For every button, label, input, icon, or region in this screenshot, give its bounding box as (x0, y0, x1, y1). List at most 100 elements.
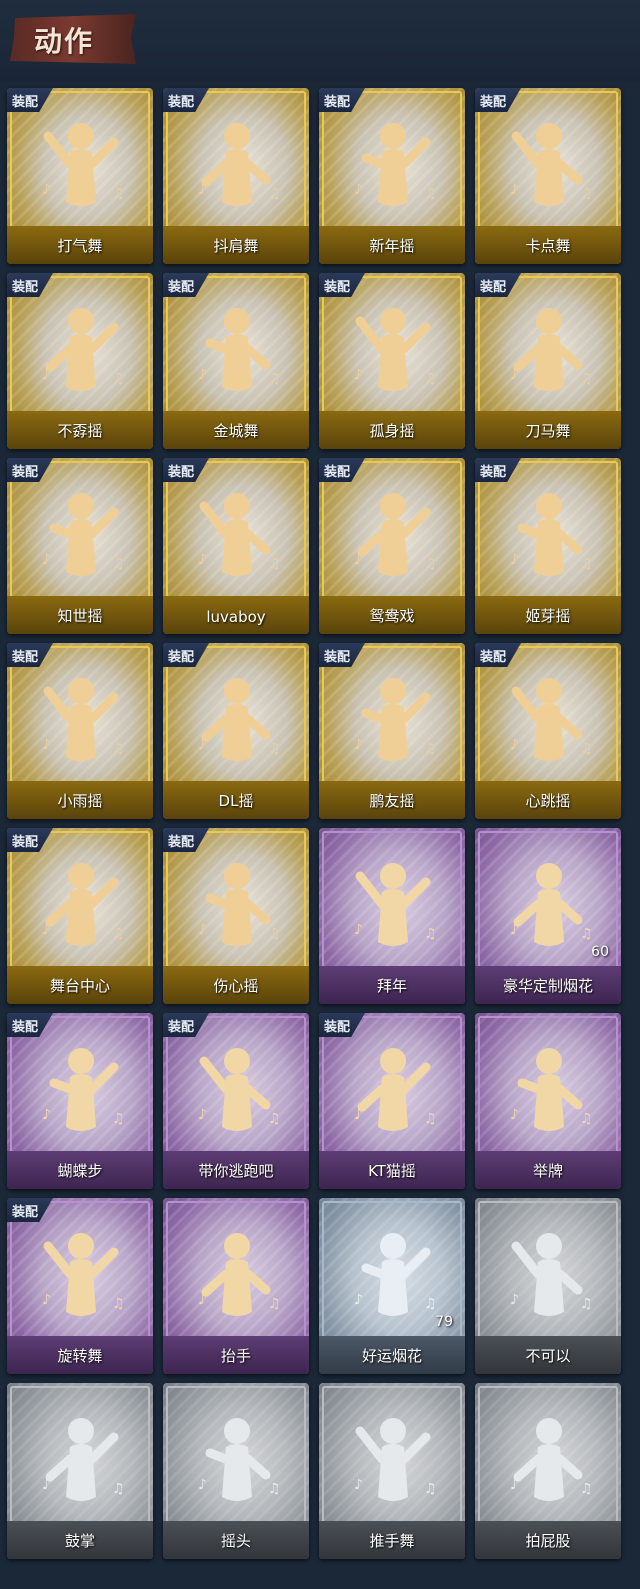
emote-label: 拜年 (376, 977, 407, 995)
svg-text:♫: ♫ (268, 1296, 281, 1312)
emote-card[interactable]: ♪ ♫ 带你逃跑吧 装配 (163, 1013, 309, 1189)
svg-text:♪: ♪ (510, 1292, 519, 1308)
svg-text:♫: ♫ (112, 1296, 125, 1312)
svg-text:♫: ♫ (424, 186, 437, 202)
svg-text:♫: ♫ (424, 1111, 437, 1127)
svg-text:♪: ♪ (42, 367, 51, 383)
emote-figure-icon: ♪ ♫ (342, 106, 442, 218)
svg-text:♪: ♪ (354, 367, 363, 383)
emote-figure-icon: ♪ ♫ (342, 661, 442, 773)
emote-label: 伤心摇 (213, 977, 259, 995)
emote-card[interactable]: ♪ ♫ 鸳鸯戏 装配 (319, 458, 465, 634)
emote-card[interactable]: ♪ ♫ 心跳摇 装配 (475, 643, 621, 819)
svg-text:♪: ♪ (198, 1107, 207, 1123)
svg-text:♪: ♪ (198, 737, 207, 753)
svg-text:♪: ♪ (510, 1107, 519, 1123)
emote-card[interactable]: ♪ ♫ 摇头 (163, 1383, 309, 1559)
equipped-badge-label: 装配 (168, 835, 195, 850)
emote-label: 鸳鸯戏 (369, 607, 415, 625)
emote-card[interactable]: ♪ ♫ 不可以 (475, 1198, 621, 1374)
svg-text:♫: ♫ (580, 1111, 593, 1127)
emote-card[interactable]: ♪ ♫ 小雨摇 装配 (7, 643, 153, 819)
svg-text:♫: ♫ (268, 556, 281, 572)
equipped-badge-label: 装配 (324, 95, 351, 110)
equipped-badge-label: 装配 (324, 1020, 351, 1035)
emote-label: 拍屁股 (525, 1532, 571, 1550)
svg-text:♫: ♫ (112, 186, 125, 202)
svg-text:♪: ♪ (42, 1107, 51, 1123)
equipped-badge-label: 装配 (168, 280, 195, 295)
emote-figure-icon: ♪ ♫ (186, 476, 286, 588)
emote-card[interactable]: ♪ ♫ 舞台中心 装配 (7, 828, 153, 1004)
emote-card[interactable]: ♪ ♫ 姬芽摇 装配 (475, 458, 621, 634)
emote-figure-icon: ♪ ♫ (342, 1401, 442, 1513)
emote-figure-icon: ♪ ♫ (498, 1401, 598, 1513)
svg-text:♪: ♪ (510, 737, 519, 753)
emote-label: 鹏友摇 (369, 792, 415, 810)
emote-card[interactable]: ♪ ♫ 好运烟花 79 (319, 1198, 465, 1374)
emote-card[interactable]: ♪ ♫ 金城舞 装配 (163, 273, 309, 449)
svg-text:♪: ♪ (42, 1477, 51, 1493)
emote-figure-icon: ♪ ♫ (342, 846, 442, 958)
emote-figure-icon: ♪ ♫ (30, 1401, 130, 1513)
emote-label: 孤身摇 (369, 422, 415, 440)
emote-card[interactable]: ♪ ♫ 打气舞 装配 (7, 88, 153, 264)
equipped-badge-label: 装配 (324, 650, 351, 665)
emote-card[interactable]: ♪ ♫ 举牌 (475, 1013, 621, 1189)
emote-label: 摇头 (220, 1532, 251, 1550)
emote-card[interactable]: ♪ ♫ 拍屁股 (475, 1383, 621, 1559)
emote-figure-icon: ♪ ♫ (342, 291, 442, 403)
svg-text:♫: ♫ (268, 1481, 281, 1497)
svg-text:♫: ♫ (580, 371, 593, 387)
equipped-badge-label: 装配 (12, 650, 39, 665)
emote-card[interactable]: ♪ ♫ 孤身摇 装配 (319, 273, 465, 449)
emote-card[interactable]: ♪ ♫ DL摇 装配 (163, 643, 309, 819)
emote-card[interactable]: ♪ ♫ 鹏友摇 装配 (319, 643, 465, 819)
emote-card[interactable]: ♪ ♫ 新年摇 装配 (319, 88, 465, 264)
svg-text:♫: ♫ (268, 371, 281, 387)
svg-text:♪: ♪ (42, 552, 51, 568)
emote-label: DL摇 (218, 792, 254, 810)
emote-card[interactable]: ♪ ♫ 拜年 (319, 828, 465, 1004)
emote-label: KT猫摇 (368, 1162, 416, 1180)
emote-card[interactable]: ♪ ♫ 豪华定制烟花 60 (475, 828, 621, 1004)
equipped-badge-label: 装配 (168, 465, 195, 480)
emote-card[interactable]: ♪ ♫ 知世摇 装配 (7, 458, 153, 634)
equipped-badge-label: 装配 (480, 95, 507, 110)
equipped-badge-label: 装配 (480, 465, 507, 480)
emote-figure-icon: ♪ ♫ (186, 291, 286, 403)
emote-figure-icon: ♪ ♫ (342, 1031, 442, 1143)
equipped-badge-label: 装配 (12, 280, 39, 295)
svg-text:♫: ♫ (112, 1481, 125, 1497)
emote-card[interactable]: ♪ ♫ 刀马舞 装配 (475, 273, 621, 449)
emote-card[interactable]: ♪ ♫ 伤心摇 装配 (163, 828, 309, 1004)
emote-card[interactable]: ♪ ♫ 鼓掌 (7, 1383, 153, 1559)
svg-text:♪: ♪ (198, 182, 207, 198)
equipped-badge-label: 装配 (12, 465, 39, 480)
emote-card[interactable]: ♪ ♫ 不孬摇 装配 (7, 273, 153, 449)
equipped-badge-label: 装配 (12, 835, 39, 850)
emote-card[interactable]: ♪ ♫ 蝴蝶步 装配 (7, 1013, 153, 1189)
emote-card[interactable]: ♪ ♫ 卡点舞 装配 (475, 88, 621, 264)
emote-card[interactable]: ♪ ♫ 旋转舞 装配 (7, 1198, 153, 1374)
emote-figure-icon: ♪ ♫ (30, 291, 130, 403)
emote-card[interactable]: ♪ ♫ 抬手 (163, 1198, 309, 1374)
emote-card[interactable]: ♪ ♫ luvaboy 装配 (163, 458, 309, 634)
emote-label: 不孬摇 (57, 422, 103, 440)
emote-card[interactable]: ♪ ♫ KT猫摇 装配 (319, 1013, 465, 1189)
emote-figure-icon: ♪ ♫ (186, 661, 286, 773)
emote-card[interactable]: ♪ ♫ 推手舞 (319, 1383, 465, 1559)
emote-figure-icon: ♪ ♫ (498, 106, 598, 218)
svg-text:♪: ♪ (42, 922, 51, 938)
emote-figure-icon: ♪ ♫ (342, 1216, 442, 1328)
svg-text:♫: ♫ (580, 556, 593, 572)
emote-label: 带你逃跑吧 (198, 1162, 274, 1180)
emote-card[interactable]: ♪ ♫ 抖肩舞 装配 (163, 88, 309, 264)
equipped-badge-label: 装配 (168, 1020, 195, 1035)
svg-text:♫: ♫ (268, 926, 281, 942)
emote-label: luvaboy (206, 608, 266, 626)
svg-text:♫: ♫ (112, 556, 125, 572)
emote-label: 举牌 (532, 1162, 563, 1180)
svg-text:♪: ♪ (354, 1107, 363, 1123)
emote-label: 蝴蝶步 (57, 1162, 103, 1180)
